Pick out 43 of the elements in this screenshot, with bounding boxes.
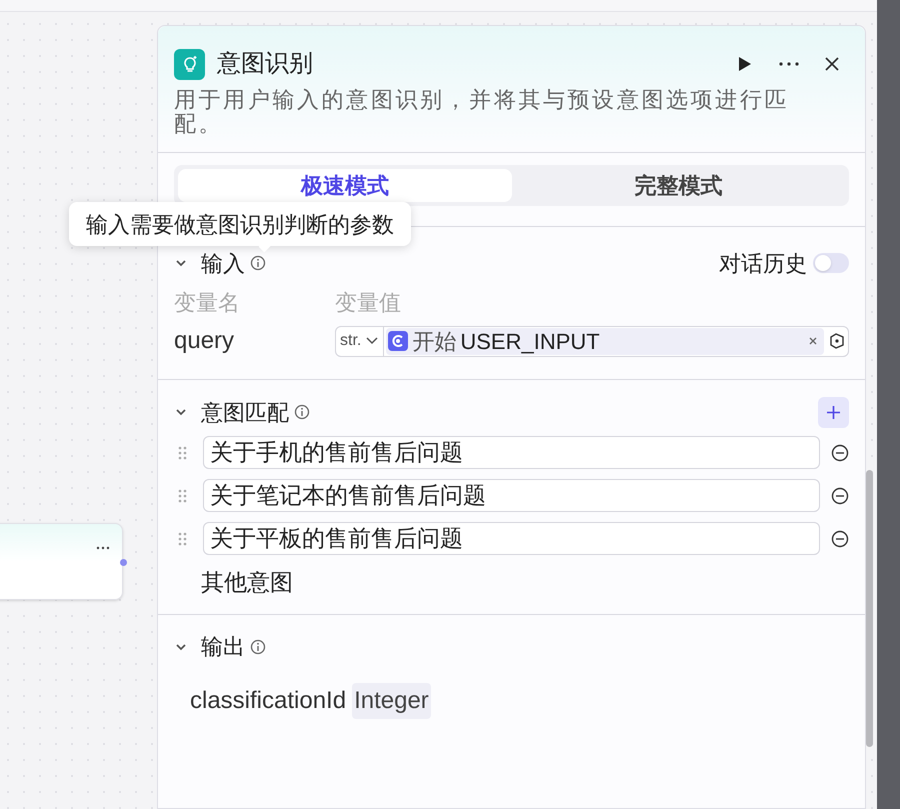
source-variable: USER_INPUT	[460, 328, 601, 356]
clear-icon[interactable]	[808, 336, 818, 346]
target-icon[interactable]	[828, 332, 846, 350]
panel-description: 用于用户输入的意图识别，并将其与预设意图选项进行匹配。	[174, 88, 790, 136]
play-icon[interactable]	[737, 56, 753, 72]
node-card[interactable]	[0, 523, 123, 600]
column-header: 变量值	[335, 288, 401, 316]
mode-tab[interactable]: 极速模式	[178, 169, 512, 202]
info-icon[interactable]	[250, 255, 266, 271]
add-icon[interactable]	[818, 396, 849, 428]
panel-title: 意图识别	[217, 49, 314, 79]
column-header: 变量名	[174, 288, 241, 316]
remove-icon[interactable]	[831, 486, 849, 504]
more-icon[interactable]	[96, 546, 110, 550]
variable-reference[interactable]: 开始 USER_INPUT	[386, 328, 824, 354]
tooltip: 输入需要做意图识别判断的参数	[69, 202, 411, 246]
intent-input[interactable]: 关于手机的售前售后问题	[203, 436, 820, 469]
drag-handle-icon[interactable]	[178, 446, 187, 460]
source-node-label: 开始	[412, 328, 456, 356]
more-icon[interactable]	[779, 61, 799, 67]
toggle-label: 对话历史	[719, 250, 807, 278]
intent-input[interactable]: 关于笔记本的售前售后问题	[203, 479, 820, 512]
history-toggle[interactable]	[813, 253, 849, 273]
info-icon[interactable]	[250, 638, 266, 654]
section-title: 输出	[201, 633, 245, 661]
close-icon[interactable]	[824, 56, 840, 72]
type-select[interactable]: str.	[336, 326, 384, 356]
drag-handle-icon[interactable]	[178, 532, 187, 546]
variable-name: query	[174, 326, 236, 356]
drag-handle-icon[interactable]	[178, 488, 187, 502]
mode-tab[interactable]: 完整模式	[512, 169, 845, 202]
remove-icon[interactable]	[831, 444, 849, 462]
section-title: 输入	[201, 250, 245, 278]
other-intent: 其他意图	[201, 568, 294, 597]
output-type: Integer	[352, 682, 431, 718]
remove-icon[interactable]	[831, 530, 849, 548]
scrollbar[interactable]	[866, 470, 873, 747]
output-name: classificationId	[190, 686, 346, 716]
info-icon[interactable]	[294, 404, 310, 420]
section-title: 意图匹配	[201, 398, 289, 426]
variable-field[interactable]: str. 开始 USER_INPUT	[335, 326, 849, 356]
intent-input[interactable]: 关于平板的售前售后问题	[203, 522, 820, 555]
start-node-icon	[388, 331, 408, 351]
